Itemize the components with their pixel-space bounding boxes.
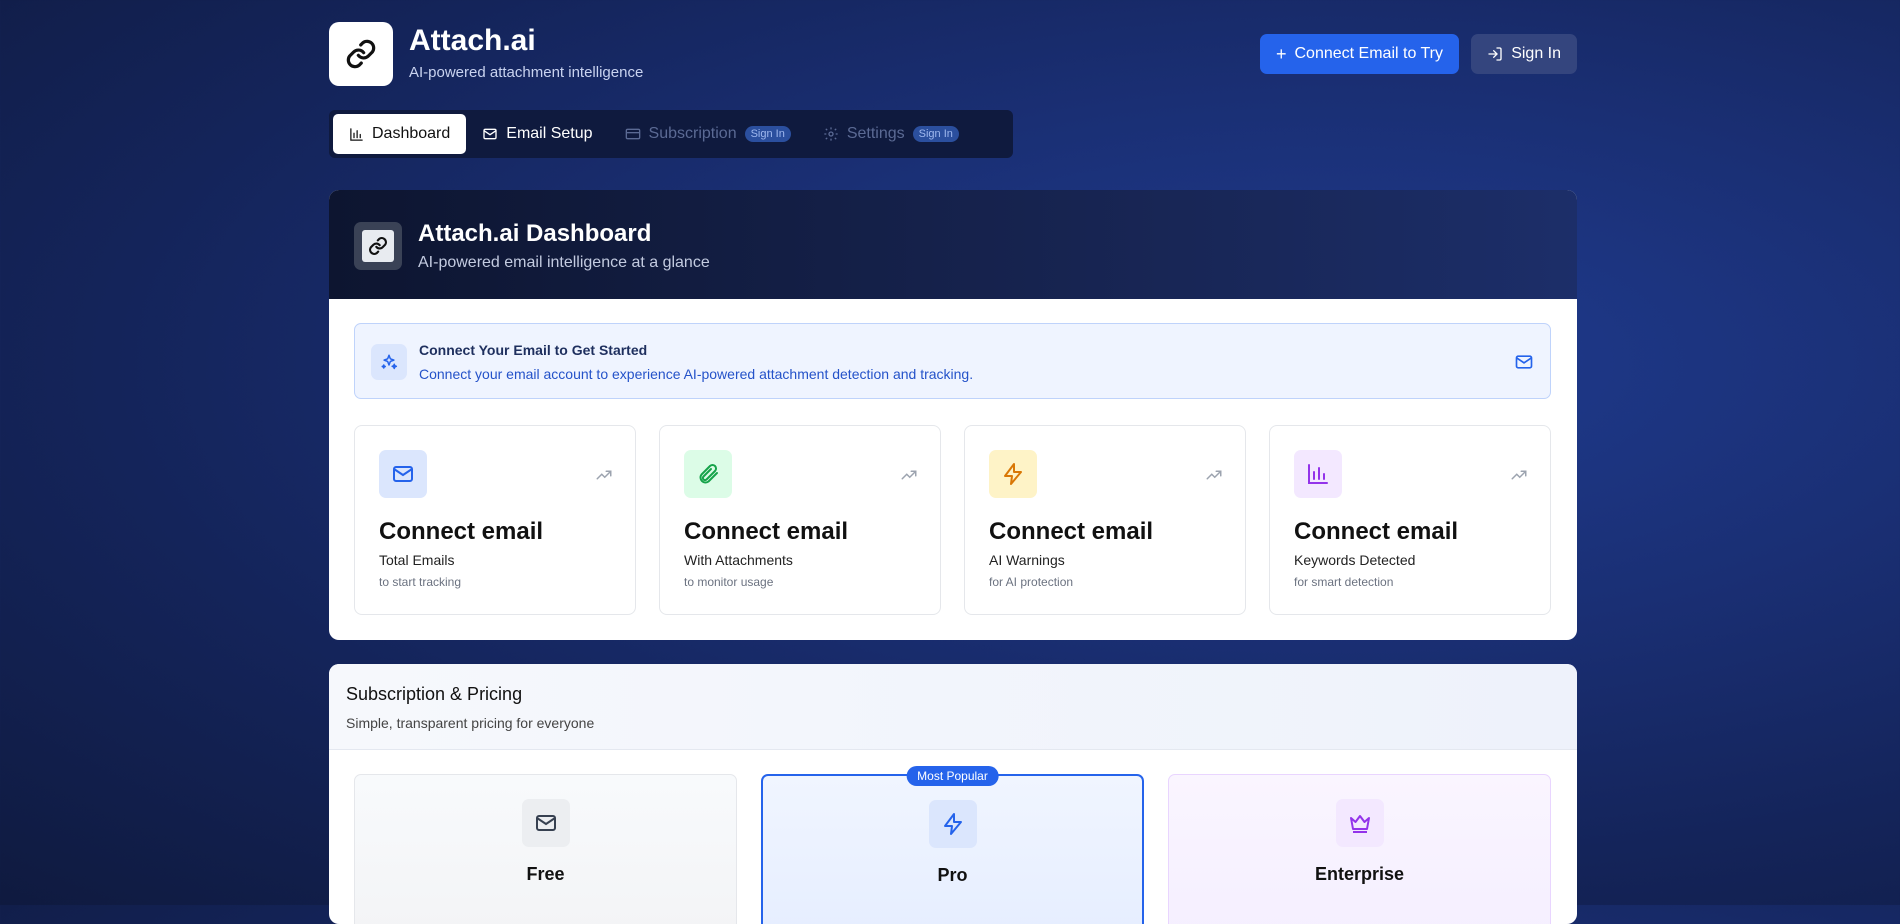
link-icon: [369, 237, 387, 255]
sign-in-icon: [1488, 47, 1502, 61]
pricing-card: Subscription & Pricing Simple, transpare…: [329, 664, 1577, 924]
lightning-icon: [989, 450, 1037, 498]
plan-name: Free: [526, 864, 565, 884]
tab-settings-label: Settings: [846, 125, 905, 142]
stat-label: AI Warnings: [989, 552, 1065, 568]
plan-enterprise[interactable]: Enterprise: [1168, 774, 1551, 924]
trending-up-icon: [1205, 466, 1223, 489]
mail-icon[interactable]: [1514, 352, 1534, 377]
app-header: Attach.ai AI-powered attachment intellig…: [329, 0, 1577, 100]
app-container: Attach.ai AI-powered attachment intellig…: [329, 0, 1577, 924]
stat-value: Connect email: [1294, 518, 1459, 545]
crown-icon: [1335, 799, 1384, 847]
notice-title: Connect Your Email to Get Started: [419, 342, 648, 358]
app-subtitle: AI-powered attachment intelligence: [409, 64, 644, 81]
most-popular-badge: Most Popular: [906, 766, 999, 786]
sign-in-badge: Sign In: [744, 126, 791, 142]
sparkles-icon: [371, 344, 407, 380]
stat-hint: to start tracking: [379, 575, 462, 589]
plan-free[interactable]: Free: [354, 774, 737, 924]
stat-hint: for AI protection: [989, 575, 1074, 589]
stat-label: Keywords Detected: [1294, 552, 1416, 568]
link-icon: [346, 39, 376, 69]
tab-email-setup-label: Email Setup: [506, 125, 593, 142]
connect-email-button[interactable]: + Connect Email to Try: [1259, 34, 1459, 74]
tab-dashboard-label: Dashboard: [372, 125, 451, 142]
lightning-icon: [928, 800, 977, 848]
paperclip-icon: [684, 450, 732, 498]
sign-in-label: Sign In: [1511, 45, 1561, 62]
plan-name: Pro: [937, 865, 968, 885]
stat-card-with-attachments: Connect email With Attachments to monito…: [659, 425, 941, 615]
tab-email-setup[interactable]: Email Setup: [466, 114, 608, 154]
stat-value: Connect email: [379, 518, 544, 545]
stat-card-total-emails: Connect email Total Emails to start trac…: [354, 425, 636, 615]
dashboard-title: Attach.ai Dashboard: [418, 220, 652, 247]
plan-pro[interactable]: Most Popular Pro: [761, 766, 1144, 924]
app-logo: [329, 22, 393, 86]
pricing-subtitle: Simple, transparent pricing for everyone: [346, 715, 595, 731]
plan-name: Enterprise: [1314, 864, 1405, 884]
gear-icon: [824, 127, 838, 141]
tab-settings[interactable]: Settings Sign In: [807, 114, 975, 154]
mail-icon: [521, 799, 570, 847]
trending-up-icon: [595, 466, 613, 489]
stat-hint: for smart detection: [1294, 575, 1394, 589]
tab-subscription[interactable]: Subscription Sign In: [609, 114, 807, 154]
pricing-title: Subscription & Pricing: [346, 684, 523, 704]
pricing-header: Subscription & Pricing Simple, transpare…: [329, 664, 1577, 750]
dashboard-card: Attach.ai Dashboard AI-powered email int…: [329, 190, 1577, 640]
trending-up-icon: [900, 466, 918, 489]
dashboard-subtitle: AI-powered email intelligence at a glanc…: [418, 254, 710, 271]
stat-value: Connect email: [989, 518, 1154, 545]
stat-label: With Attachments: [684, 552, 793, 568]
tab-subscription-label: Subscription: [648, 125, 737, 142]
stat-card-ai-warnings: Connect email AI Warnings for AI protect…: [964, 425, 1246, 615]
stat-label: Total Emails: [379, 552, 455, 568]
plus-icon: +: [1275, 44, 1287, 64]
tab-dashboard[interactable]: Dashboard: [333, 114, 467, 154]
stat-hint: to monitor usage: [684, 575, 774, 589]
trending-up-icon: [1510, 466, 1528, 489]
mail-icon: [379, 450, 427, 498]
notice-text: Connect your email account to experience…: [419, 366, 974, 382]
stat-value: Connect email: [684, 518, 849, 545]
sign-in-badge: Sign In: [912, 126, 959, 142]
credit-card-icon: [625, 128, 640, 140]
dashboard-logo: [354, 222, 402, 270]
bar-chart-icon: [350, 127, 363, 141]
sign-in-button[interactable]: Sign In: [1471, 34, 1577, 74]
connect-email-notice: Connect Your Email to Get Started Connec…: [354, 323, 1551, 399]
bar-chart-icon: [1294, 450, 1342, 498]
mail-icon: [483, 128, 497, 140]
app-title: Attach.ai: [409, 24, 536, 57]
dashboard-header: Attach.ai Dashboard AI-powered email int…: [329, 190, 1577, 299]
connect-email-label: Connect Email to Try: [1294, 45, 1444, 62]
stat-card-keywords-detected: Connect email Keywords Detected for smar…: [1269, 425, 1551, 615]
main-tabs: Dashboard Email Setup Subscription Sign …: [329, 110, 1013, 158]
